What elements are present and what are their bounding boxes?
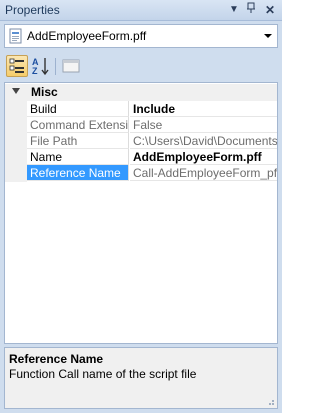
property-name[interactable]: Build [27, 101, 129, 117]
property-name[interactable]: Name [27, 149, 129, 165]
row-gutter [5, 101, 27, 118]
property-value[interactable]: Include [130, 101, 277, 117]
property-row-file-path[interactable]: File Path C:\Users\David\Documents\S [5, 133, 277, 150]
object-selector-value: AddEmployeeForm.pff [27, 29, 147, 43]
pin-icon-glyph [247, 2, 255, 13]
property-pages-icon [62, 59, 80, 73]
description-title: Reference Name [9, 352, 104, 366]
svg-text:Z: Z [32, 66, 38, 76]
description-pane: Reference Name Function Call name of the… [4, 347, 278, 409]
description-text: Function Call name of the script file [9, 367, 197, 381]
title-bar: Properties ▼ ✕ [0, 0, 282, 21]
alphabetical-button[interactable]: A Z [30, 55, 52, 77]
property-grid: Misc Build Include Command Extension Fal… [4, 82, 278, 344]
dropdown-icon[interactable]: ▼ [226, 2, 242, 18]
property-name[interactable]: Reference Name [27, 165, 129, 181]
row-gutter [5, 165, 27, 182]
object-selector-dropdown[interactable]: AddEmployeeForm.pff [4, 24, 278, 48]
property-name[interactable]: Command Extension [27, 117, 129, 133]
properties-panel: Properties ▼ ✕ AddEmployeeForm.pff A Z M… [0, 0, 282, 413]
panel-title: Properties [5, 3, 60, 17]
collapse-icon[interactable] [12, 88, 20, 94]
category-row[interactable]: Misc [5, 84, 277, 101]
property-value[interactable]: Call-AddEmployeeForm_pff [130, 165, 277, 181]
pin-icon[interactable] [243, 2, 259, 18]
file-icon [9, 28, 22, 44]
row-gutter [5, 133, 27, 150]
property-value[interactable]: False [130, 117, 277, 133]
property-row-reference-name[interactable]: Reference Name Call-AddEmployeeForm_pff [5, 165, 277, 182]
categorized-icon [9, 58, 24, 73]
alphabetical-icon: A Z [32, 57, 49, 76]
property-value[interactable]: AddEmployeeForm.pff [130, 149, 277, 165]
row-gutter [5, 149, 27, 166]
property-name[interactable]: File Path [27, 133, 129, 149]
property-row-build[interactable]: Build Include [5, 101, 277, 118]
close-icon[interactable]: ✕ [262, 2, 278, 18]
properties-toolbar: A Z [4, 55, 278, 79]
property-row-command-extension[interactable]: Command Extension False [5, 117, 277, 134]
property-row-name[interactable]: Name AddEmployeeForm.pff [5, 149, 277, 166]
resize-grip-icon[interactable] [265, 396, 275, 406]
row-gutter [5, 117, 27, 134]
property-value[interactable]: C:\Users\David\Documents\S [130, 133, 277, 149]
property-pages-button[interactable] [60, 55, 82, 77]
chevron-down-icon[interactable] [264, 34, 272, 38]
category-label: Misc [31, 85, 58, 99]
categorized-button[interactable] [6, 55, 28, 77]
toolbar-separator [55, 58, 56, 75]
